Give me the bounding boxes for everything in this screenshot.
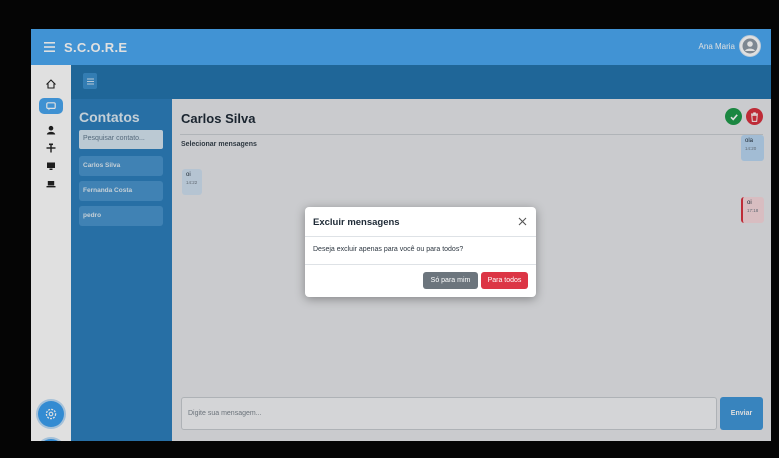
delete-for-all-button[interactable]: Para todos — [481, 272, 528, 289]
delete-for-me-button[interactable]: Só para mim — [423, 272, 478, 289]
delete-messages-modal: Excluir mensagens Deseja excluir apenas … — [305, 207, 536, 297]
modal-divider — [305, 236, 536, 237]
modal-title: Excluir mensagens — [313, 217, 400, 228]
device-frame: S.C.O.R.E Ana Maria Contatos Pesquisar c… — [0, 0, 779, 458]
app-screen: S.C.O.R.E Ana Maria Contatos Pesquisar c… — [31, 29, 771, 441]
modal-divider — [305, 264, 536, 265]
modal-body-text: Deseja excluir apenas para você ou para … — [313, 246, 464, 253]
modal-close-button[interactable] — [516, 215, 528, 227]
close-icon — [518, 217, 526, 225]
